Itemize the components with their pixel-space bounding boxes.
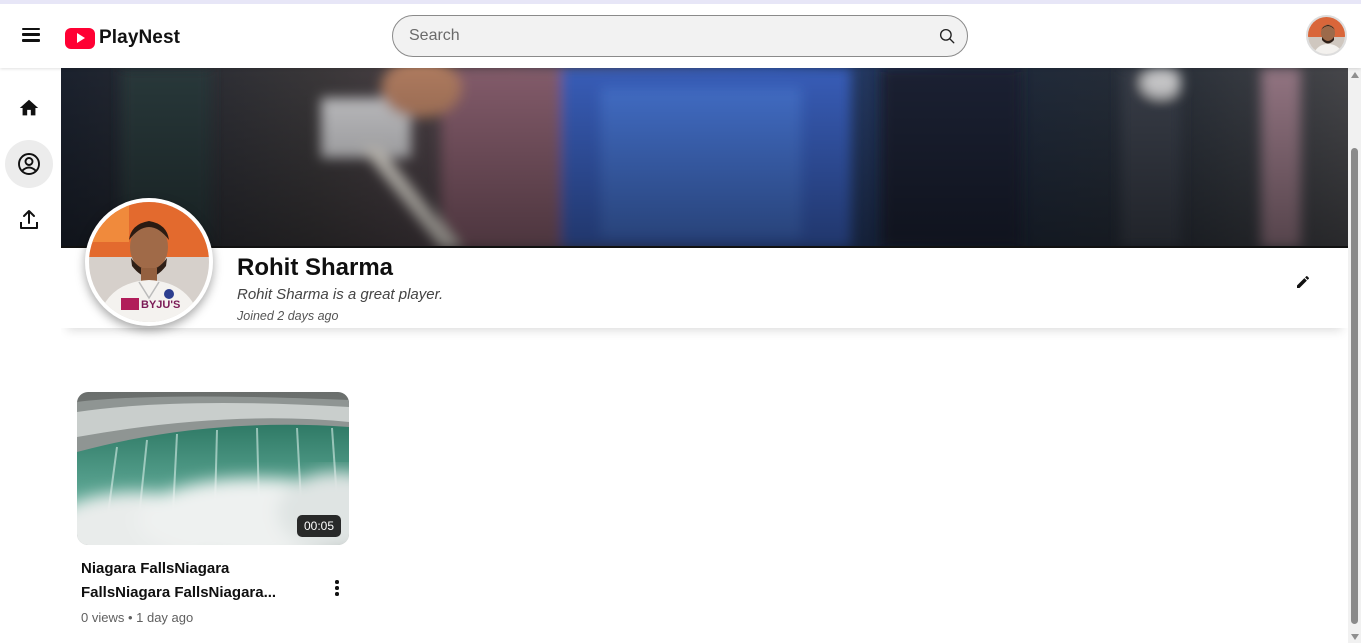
- video-meta: 0 views • 1 day ago: [81, 610, 194, 625]
- channel-avatar: BYJU'S: [85, 198, 213, 326]
- channel-name: Rohit Sharma: [237, 254, 394, 281]
- sidebar: [0, 68, 60, 643]
- video-title[interactable]: Niagara FallsNiagara FallsNiagara FallsN…: [81, 557, 291, 605]
- user-avatar[interactable]: [1306, 15, 1347, 56]
- search-bar: [392, 15, 968, 57]
- play-logo-icon: [65, 27, 95, 49]
- top-header: PlayNest: [0, 0, 1361, 68]
- channel-description: Rohit Sharma is a great player.: [237, 286, 444, 303]
- scrollbar-thumb[interactable]: [1351, 148, 1358, 624]
- search-icon[interactable]: [927, 16, 967, 56]
- pencil-icon: [1297, 276, 1309, 288]
- channel-page: BYJU'S Rohit Sharma Rohit Sharma is a gr…: [61, 68, 1348, 643]
- home-icon: [19, 99, 39, 116]
- app-logo[interactable]: PlayNest: [65, 26, 180, 50]
- sidebar-item-profile[interactable]: [5, 140, 53, 188]
- app-name: PlayNest: [99, 27, 181, 48]
- scroll-down-arrow-icon[interactable]: [1351, 634, 1359, 640]
- jersey-sponsor-text: BYJU'S: [141, 299, 180, 311]
- channel-joined-date: Joined 2 days ago: [237, 309, 339, 323]
- search-input[interactable]: [393, 27, 927, 45]
- user-circle-icon: [18, 153, 40, 175]
- video-thumbnail[interactable]: 00:05: [77, 392, 349, 545]
- upload-icon: [20, 210, 38, 229]
- video-duration-badge: 00:05: [296, 515, 341, 537]
- more-vert-icon[interactable]: [327, 576, 347, 600]
- edit-channel-button[interactable]: [1291, 270, 1315, 294]
- sidebar-item-upload[interactable]: [5, 196, 53, 244]
- channel-banner: [61, 68, 1348, 248]
- page-scrollbar[interactable]: [1348, 68, 1361, 643]
- hamburger-menu-icon[interactable]: [18, 24, 44, 50]
- sidebar-item-home[interactable]: [5, 84, 53, 132]
- video-card[interactable]: 00:05 Niagara FallsNiagara FallsNiagara …: [77, 392, 349, 625]
- scroll-up-arrow-icon[interactable]: [1351, 72, 1359, 78]
